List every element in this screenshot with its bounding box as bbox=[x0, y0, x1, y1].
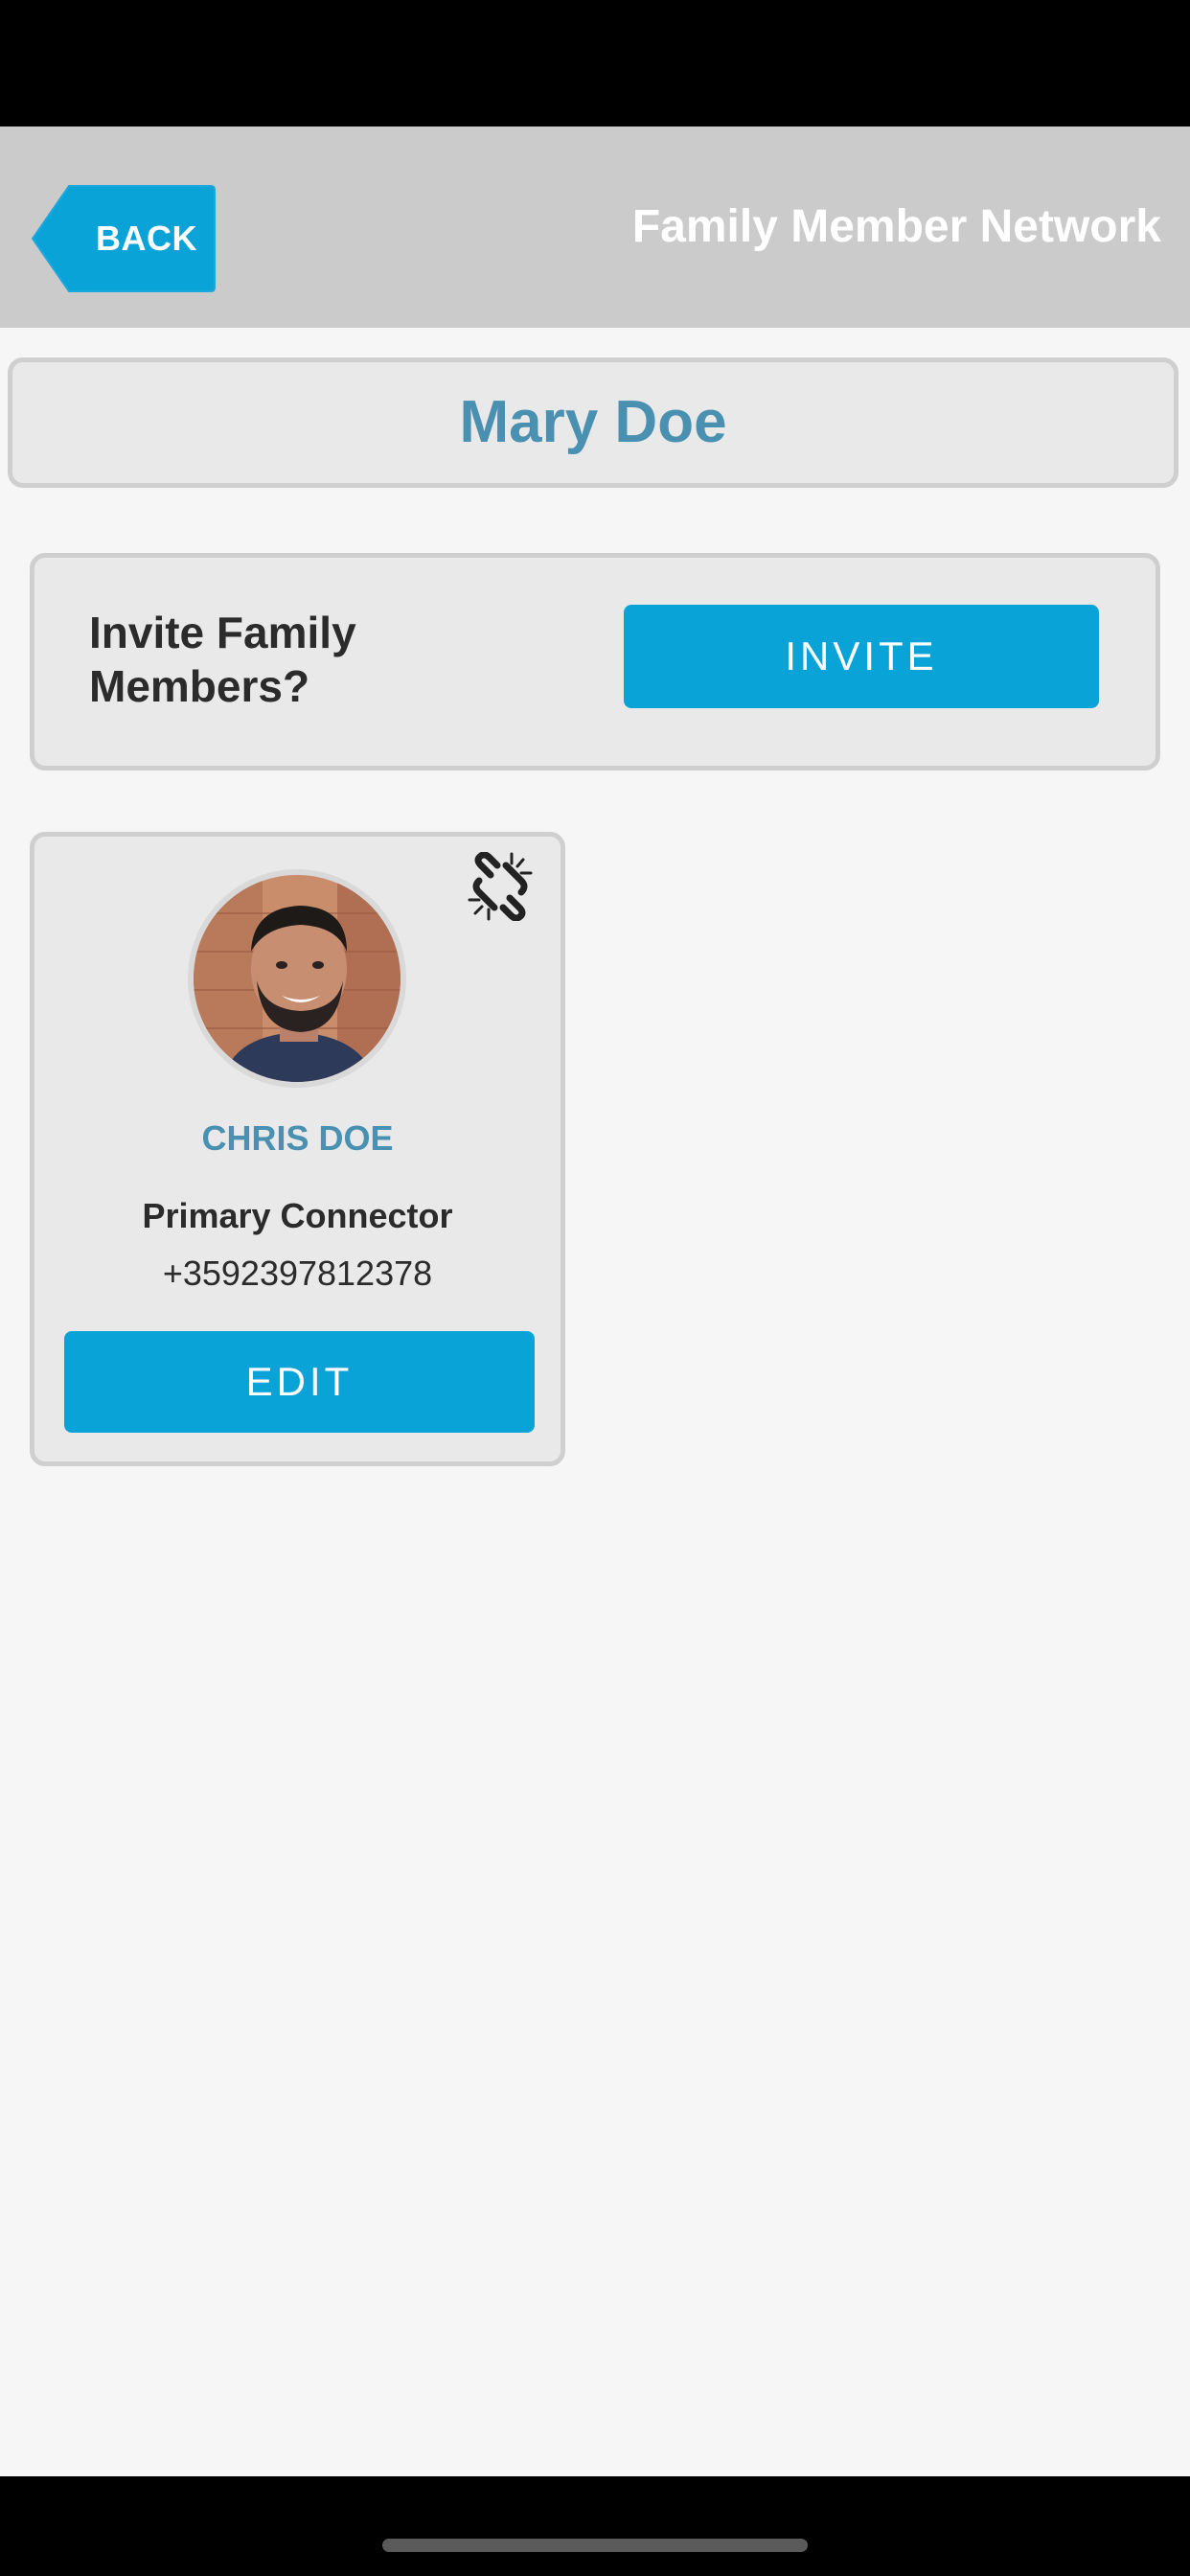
app-header: BACK Family Member Network bbox=[0, 126, 1190, 328]
back-button[interactable]: BACK bbox=[31, 184, 217, 293]
invite-panel: Invite Family Members? INVITE bbox=[30, 553, 1160, 770]
page-title: Family Member Network bbox=[631, 201, 1161, 252]
member-phone: +3592397812378 bbox=[162, 1254, 433, 1293]
home-indicator[interactable] bbox=[382, 2539, 808, 2552]
invite-button[interactable]: INVITE bbox=[624, 605, 1099, 708]
invite-prompt: Invite Family Members? bbox=[89, 608, 356, 711]
back-label: BACK bbox=[96, 218, 197, 258]
status-bar bbox=[0, 0, 1190, 126]
unlink-icon[interactable] bbox=[466, 851, 535, 922]
member-name: CHRIS DOE bbox=[201, 1118, 394, 1158]
member-card: CHRIS DOE Primary Connector +35923978123… bbox=[30, 832, 565, 1466]
edit-button[interactable]: EDIT bbox=[64, 1331, 535, 1433]
member-role: Primary Connector bbox=[142, 1196, 453, 1235]
person-photo-icon bbox=[194, 875, 400, 1082]
system-nav-bar bbox=[0, 2476, 1190, 2576]
avatar[interactable] bbox=[188, 869, 406, 1088]
profile-name-panel: Mary Doe bbox=[8, 357, 1179, 488]
profile-name: Mary Doe bbox=[459, 389, 727, 455]
